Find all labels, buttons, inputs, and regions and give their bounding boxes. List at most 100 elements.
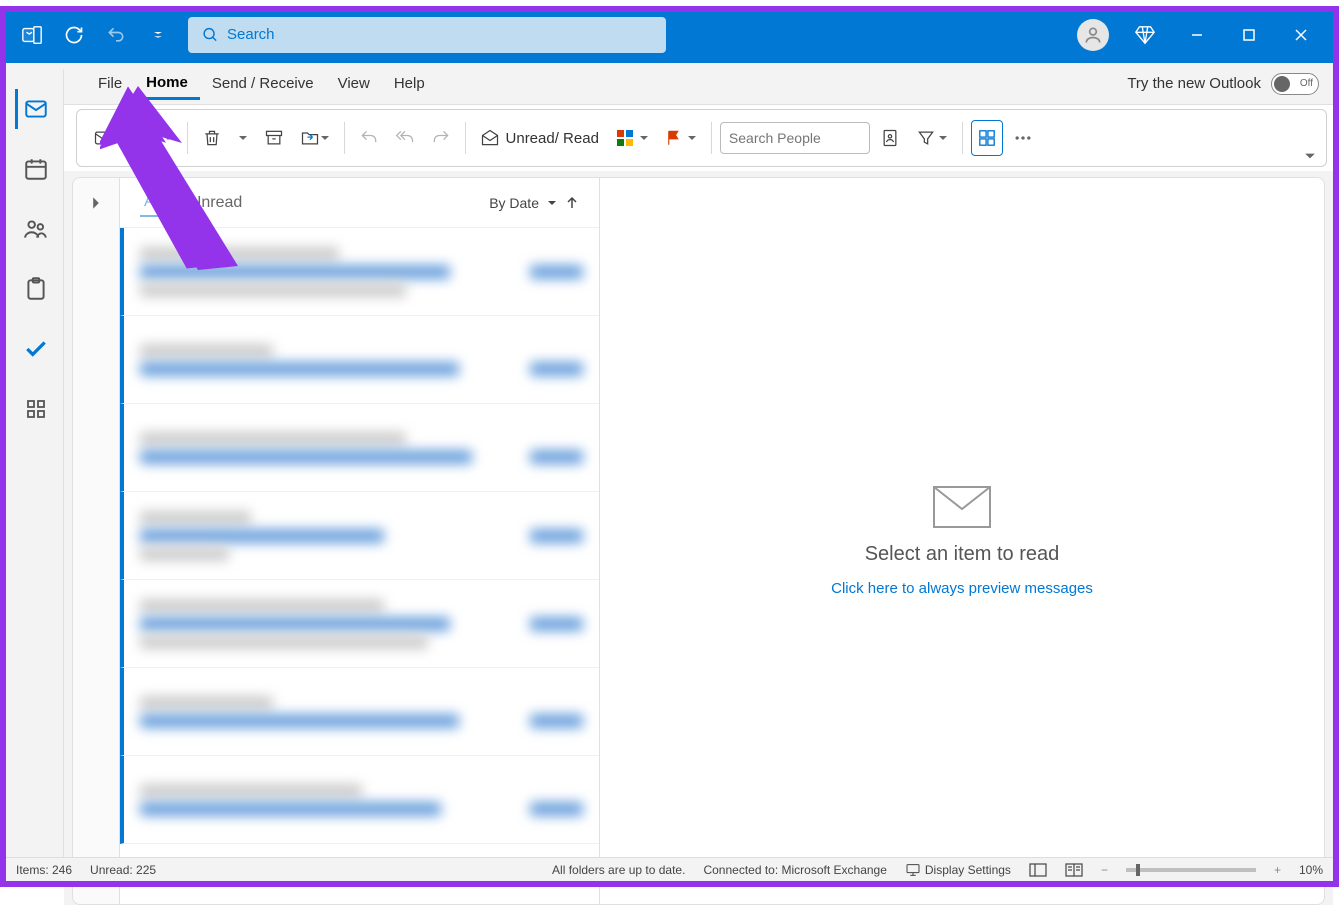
calendar-icon bbox=[23, 156, 49, 182]
zoom-out-button[interactable]: − bbox=[1101, 863, 1108, 877]
archive-button[interactable] bbox=[258, 120, 290, 156]
delete-button[interactable] bbox=[196, 120, 228, 156]
reply-all-icon bbox=[395, 128, 415, 148]
zoom-slider[interactable] bbox=[1126, 868, 1256, 872]
reply-icon bbox=[359, 128, 379, 148]
premium-diamond-icon[interactable] bbox=[1121, 11, 1169, 59]
status-items-count: Items: 246 bbox=[16, 863, 72, 877]
message-item[interactable] bbox=[120, 492, 599, 580]
envelope-icon bbox=[93, 128, 113, 148]
zoom-level[interactable]: 10% bbox=[1299, 863, 1323, 877]
monitor-icon bbox=[905, 862, 921, 878]
menu-file[interactable]: File bbox=[86, 69, 134, 98]
menu-home[interactable]: Home bbox=[134, 68, 200, 100]
nav-people[interactable] bbox=[15, 209, 55, 249]
message-item[interactable] bbox=[120, 668, 599, 756]
forward-button[interactable] bbox=[425, 120, 457, 156]
display-settings-button[interactable]: Display Settings bbox=[905, 862, 1011, 878]
status-connected: Connected to: Microsoft Exchange bbox=[703, 863, 886, 877]
view-normal-button[interactable] bbox=[1029, 863, 1047, 877]
tab-all[interactable]: All bbox=[140, 189, 166, 217]
move-folder-icon bbox=[300, 128, 320, 148]
nav-todo[interactable] bbox=[15, 329, 55, 369]
sort-by-date[interactable]: By Date bbox=[489, 195, 539, 211]
address-book-icon bbox=[880, 128, 900, 148]
menu-help[interactable]: Help bbox=[382, 69, 437, 98]
chevron-down-icon bbox=[1304, 150, 1316, 162]
new-email-button[interactable]: Email bbox=[87, 120, 179, 156]
envelope-open-icon bbox=[480, 128, 500, 148]
move-button[interactable] bbox=[294, 120, 336, 156]
reply-button[interactable] bbox=[353, 120, 385, 156]
sort-arrow-up-icon[interactable] bbox=[565, 196, 579, 210]
search-box[interactable] bbox=[188, 17, 666, 53]
archive-icon bbox=[264, 128, 284, 148]
message-item[interactable] bbox=[120, 228, 599, 316]
reading-pane-preview-link[interactable]: Click here to always preview messages bbox=[831, 580, 1093, 597]
ellipsis-icon bbox=[1013, 128, 1033, 148]
forward-icon bbox=[431, 128, 451, 148]
status-sync: All folders are up to date. bbox=[552, 863, 685, 877]
status-unread-count: Unread: 225 bbox=[90, 863, 156, 877]
apps-grid-icon bbox=[24, 397, 48, 421]
unread-read-button[interactable]: Unread/ Read bbox=[474, 120, 605, 156]
checkmark-icon bbox=[23, 336, 49, 362]
menu-bar: File Home Send / Receive View Help Try t… bbox=[6, 63, 1333, 105]
clipboard-icon bbox=[23, 276, 49, 302]
title-bar bbox=[6, 6, 1333, 63]
nav-more-apps[interactable] bbox=[15, 389, 55, 429]
address-book-button[interactable] bbox=[874, 120, 906, 156]
filter-button[interactable] bbox=[910, 120, 954, 156]
delete-dropdown[interactable] bbox=[232, 120, 254, 156]
message-item[interactable] bbox=[120, 316, 599, 404]
nav-tasks[interactable] bbox=[15, 269, 55, 309]
ribbon-expand-button[interactable] bbox=[1304, 150, 1316, 162]
chevron-right-icon bbox=[89, 196, 103, 210]
reading-pane: Select an item to read Click here to alw… bbox=[600, 177, 1325, 905]
view-reading-button[interactable] bbox=[1065, 863, 1083, 877]
search-input[interactable] bbox=[227, 26, 652, 43]
quick-access-dropdown-icon[interactable] bbox=[140, 17, 176, 53]
message-list-pane: All Unread By Date bbox=[120, 177, 600, 905]
more-options-button[interactable] bbox=[1007, 120, 1039, 156]
envelope-large-icon bbox=[932, 485, 992, 529]
search-icon bbox=[202, 26, 219, 44]
try-new-outlook-label: Try the new Outlook bbox=[1127, 75, 1261, 92]
outlook-app-icon[interactable] bbox=[14, 17, 50, 53]
search-people-input[interactable] bbox=[720, 122, 870, 154]
tab-unread[interactable]: Unread bbox=[186, 190, 246, 216]
layout-button[interactable] bbox=[971, 120, 1003, 156]
try-new-outlook-toggle[interactable]: Off bbox=[1271, 73, 1319, 95]
menu-send-receive[interactable]: Send / Receive bbox=[200, 69, 326, 98]
mail-icon bbox=[23, 96, 49, 122]
maximize-button[interactable] bbox=[1225, 11, 1273, 59]
message-list[interactable] bbox=[120, 228, 599, 904]
account-icon[interactable] bbox=[1069, 11, 1117, 59]
minimize-button[interactable] bbox=[1173, 11, 1221, 59]
nav-rail bbox=[6, 69, 64, 857]
filter-icon bbox=[916, 128, 936, 148]
main-area: All Unread By Date Select an bbox=[6, 171, 1333, 905]
chevron-down-icon bbox=[163, 133, 173, 143]
message-item[interactable] bbox=[120, 580, 599, 668]
categories-icon bbox=[615, 128, 635, 148]
reading-pane-title: Select an item to read bbox=[865, 543, 1060, 566]
menu-view[interactable]: View bbox=[326, 69, 382, 98]
sync-icon[interactable] bbox=[56, 17, 92, 53]
message-item[interactable] bbox=[120, 756, 599, 844]
undo-icon[interactable] bbox=[98, 17, 134, 53]
layout-grid-icon bbox=[978, 129, 996, 147]
status-bar: Items: 246 Unread: 225 All folders are u… bbox=[6, 857, 1333, 881]
close-button[interactable] bbox=[1277, 11, 1325, 59]
folder-pane-toggle[interactable] bbox=[72, 177, 120, 905]
people-icon bbox=[23, 216, 49, 242]
zoom-in-button[interactable]: + bbox=[1274, 863, 1281, 877]
trash-icon bbox=[202, 128, 222, 148]
flag-button[interactable] bbox=[659, 120, 703, 156]
chevron-down-icon bbox=[547, 198, 557, 208]
reply-all-button[interactable] bbox=[389, 120, 421, 156]
nav-calendar[interactable] bbox=[15, 149, 55, 189]
message-item[interactable] bbox=[120, 404, 599, 492]
categorize-button[interactable] bbox=[609, 120, 655, 156]
nav-mail[interactable] bbox=[15, 89, 55, 129]
